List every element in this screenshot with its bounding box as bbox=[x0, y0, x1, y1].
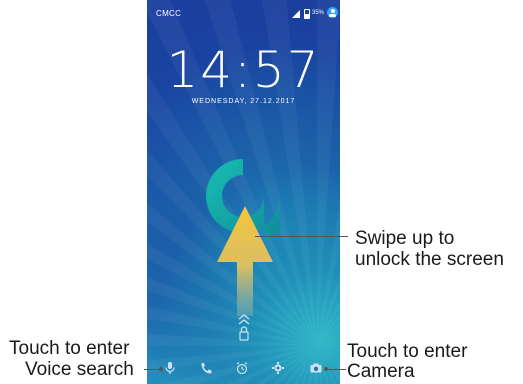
carrier-name: CMCC bbox=[156, 9, 182, 18]
status-bar: CMCC 35% bbox=[147, 0, 340, 22]
camera-icon[interactable] bbox=[309, 361, 323, 375]
swipe-callout-line2: unlock the screen bbox=[355, 249, 504, 270]
swipe-up-arrow-icon[interactable] bbox=[215, 206, 275, 316]
battery-icon bbox=[304, 9, 310, 19]
voice-callout-line2: Voice search bbox=[25, 359, 134, 380]
voice-callout-line1: Touch to enter bbox=[9, 338, 130, 359]
microphone-icon[interactable] bbox=[163, 361, 177, 375]
camera-callout-line1: Touch to enter bbox=[347, 341, 468, 362]
phone-icon[interactable] bbox=[199, 361, 213, 375]
swipe-leader-line bbox=[255, 236, 348, 237]
lock-clock: 14:57 bbox=[166, 41, 321, 99]
alarm-icon[interactable] bbox=[235, 361, 249, 375]
battery-percentage: 35% bbox=[312, 10, 325, 16]
swipe-callout-line1: Swipe up to bbox=[355, 228, 455, 249]
camera-leader-line bbox=[327, 369, 346, 370]
lock-dock bbox=[147, 358, 340, 382]
signal-icon bbox=[292, 10, 300, 18]
phone-lock-screen: CMCC 35% 14:57 WEDNESDAY, 27.12.2017 bbox=[147, 0, 340, 384]
unlock-icon[interactable] bbox=[234, 313, 254, 343]
lock-date: WEDNESDAY, 27.12.2017 bbox=[191, 98, 296, 105]
settings-icon[interactable] bbox=[271, 361, 285, 375]
voice-leader-dot bbox=[159, 367, 163, 371]
camera-callout-line2: Camera bbox=[347, 361, 415, 382]
user-avatar-icon[interactable] bbox=[327, 7, 338, 18]
